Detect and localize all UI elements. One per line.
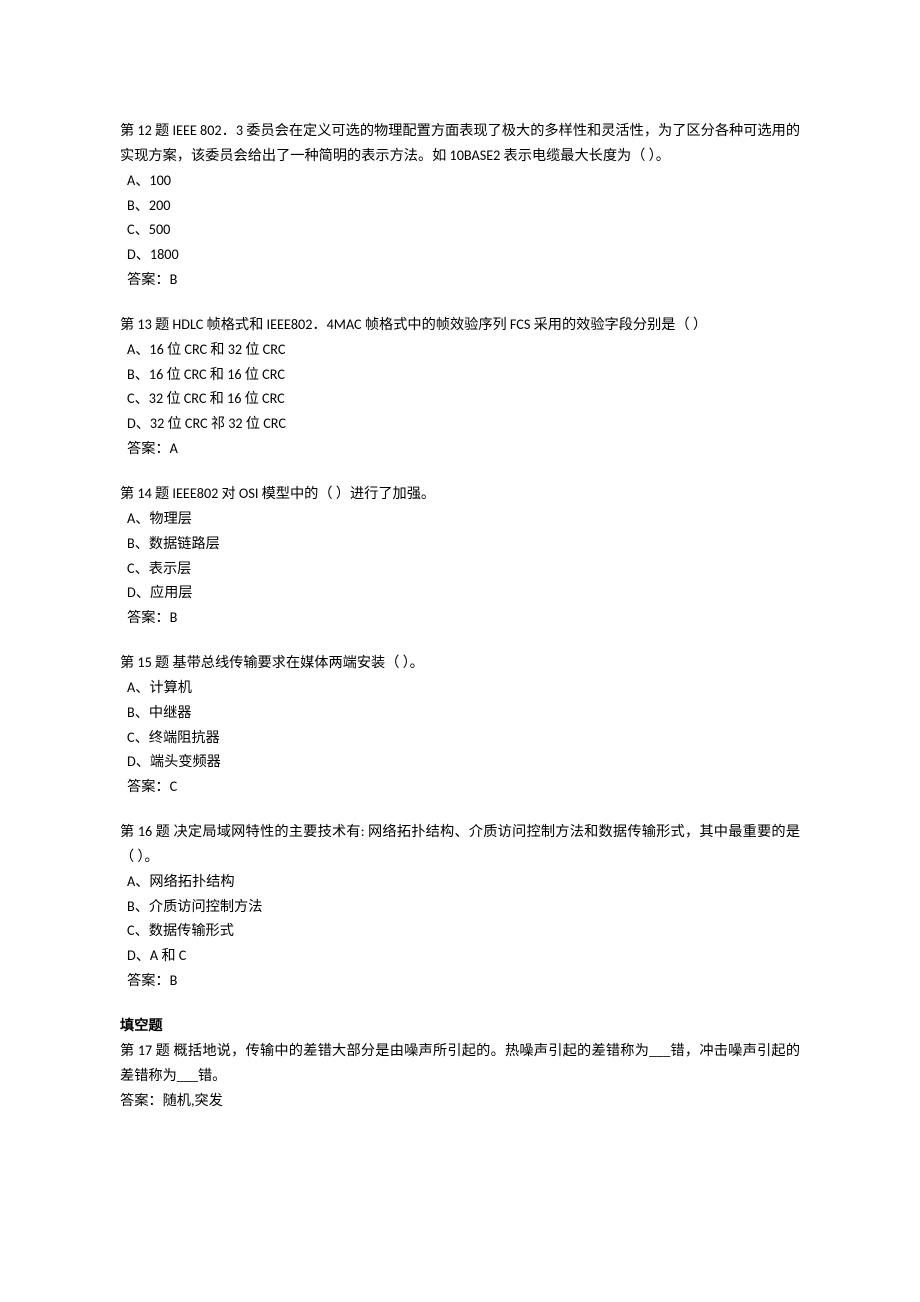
question-option: A、网络拓扑结构 (120, 869, 800, 894)
question-option: D、A 和 C (120, 943, 800, 968)
question-option: C、终端阻抗器 (120, 725, 800, 750)
question-answer: 答案：B (120, 267, 800, 292)
question-stem: 第 15 题 基带总线传输要求在媒体两端安装（ ）。 (120, 650, 800, 675)
question-stem: 第 16 题 决定局域网特性的主要技术有: 网络拓扑结构、介质访问控制方法和数据… (120, 819, 800, 869)
question-number: 第 15 题 (120, 653, 169, 671)
question-16: 第 16 题 决定局域网特性的主要技术有: 网络拓扑结构、介质访问控制方法和数据… (120, 819, 800, 993)
question-text: IEEE 802．3 委员会在定义可选的物理配置方面表现了极大的多样性和灵活性，… (120, 121, 800, 164)
question-answer: 答案：随机,突发 (120, 1088, 800, 1113)
question-option: D、端头变频器 (120, 749, 800, 774)
question-15: 第 15 题 基带总线传输要求在媒体两端安装（ ）。 A、计算机 B、中继器 C… (120, 650, 800, 799)
question-answer: 答案：C (120, 774, 800, 799)
question-answer: 答案：B (120, 605, 800, 630)
question-stem: 第 12 题 IEEE 802．3 委员会在定义可选的物理配置方面表现了极大的多… (120, 118, 800, 168)
question-stem: 第 17 题 概括地说，传输中的差错大部分是由噪声所引起的。热噪声引起的差错称为… (120, 1038, 800, 1088)
question-answer: 答案：A (120, 436, 800, 461)
document-page: 第 12 题 IEEE 802．3 委员会在定义可选的物理配置方面表现了极大的多… (0, 0, 920, 1302)
question-option: A、物理层 (120, 506, 800, 531)
question-option: A、16 位 CRC 和 32 位 CRC (120, 337, 800, 362)
section-heading: 填空题 (120, 1013, 800, 1038)
question-option: D、32 位 CRC 祁 32 位 CRC (120, 411, 800, 436)
question-13: 第 13 题 HDLC 帧格式和 IEEE802．4MAC 帧格式中的帧效验序列… (120, 312, 800, 461)
question-option: B、中继器 (120, 700, 800, 725)
question-option: A、100 (120, 168, 800, 193)
question-12: 第 12 题 IEEE 802．3 委员会在定义可选的物理配置方面表现了极大的多… (120, 118, 800, 292)
question-number: 第 13 题 (120, 315, 169, 333)
question-option: B、数据链路层 (120, 531, 800, 556)
question-option: C、表示层 (120, 556, 800, 581)
question-option: D、1800 (120, 242, 800, 267)
question-text: 基带总线传输要求在媒体两端安装（ ）。 (172, 653, 423, 671)
question-option: B、介质访问控制方法 (120, 894, 800, 919)
question-text: 概括地说，传输中的差错大部分是由噪声所引起的。热噪声引起的差错称为___错，冲击… (120, 1041, 800, 1084)
question-number: 第 17 题 (120, 1041, 170, 1059)
question-number: 第 14 题 (120, 484, 169, 502)
question-option: B、200 (120, 193, 800, 218)
question-option: D、应用层 (120, 580, 800, 605)
question-option: B、16 位 CRC 和 16 位 CRC (120, 362, 800, 387)
question-17: 第 17 题 概括地说，传输中的差错大部分是由噪声所引起的。热噪声引起的差错称为… (120, 1038, 800, 1113)
question-text: 决定局域网特性的主要技术有: 网络拓扑结构、介质访问控制方法和数据传输形式，其中… (120, 822, 800, 865)
question-number: 第 16 题 (120, 822, 170, 840)
question-option: C、32 位 CRC 和 16 位 CRC (120, 386, 800, 411)
question-number: 第 12 题 (120, 121, 169, 139)
question-stem: 第 13 题 HDLC 帧格式和 IEEE802．4MAC 帧格式中的帧效验序列… (120, 312, 800, 337)
question-option: C、500 (120, 217, 800, 242)
question-option: C、数据传输形式 (120, 918, 800, 943)
question-answer: 答案：B (120, 968, 800, 993)
question-text: IEEE802 对 OSI 模型中的（ ）进行了加强。 (172, 484, 435, 502)
question-14: 第 14 题 IEEE802 对 OSI 模型中的（ ）进行了加强。 A、物理层… (120, 481, 800, 630)
question-text: HDLC 帧格式和 IEEE802．4MAC 帧格式中的帧效验序列 FCS 采用… (172, 315, 707, 333)
question-stem: 第 14 题 IEEE802 对 OSI 模型中的（ ）进行了加强。 (120, 481, 800, 506)
question-option: A、计算机 (120, 675, 800, 700)
